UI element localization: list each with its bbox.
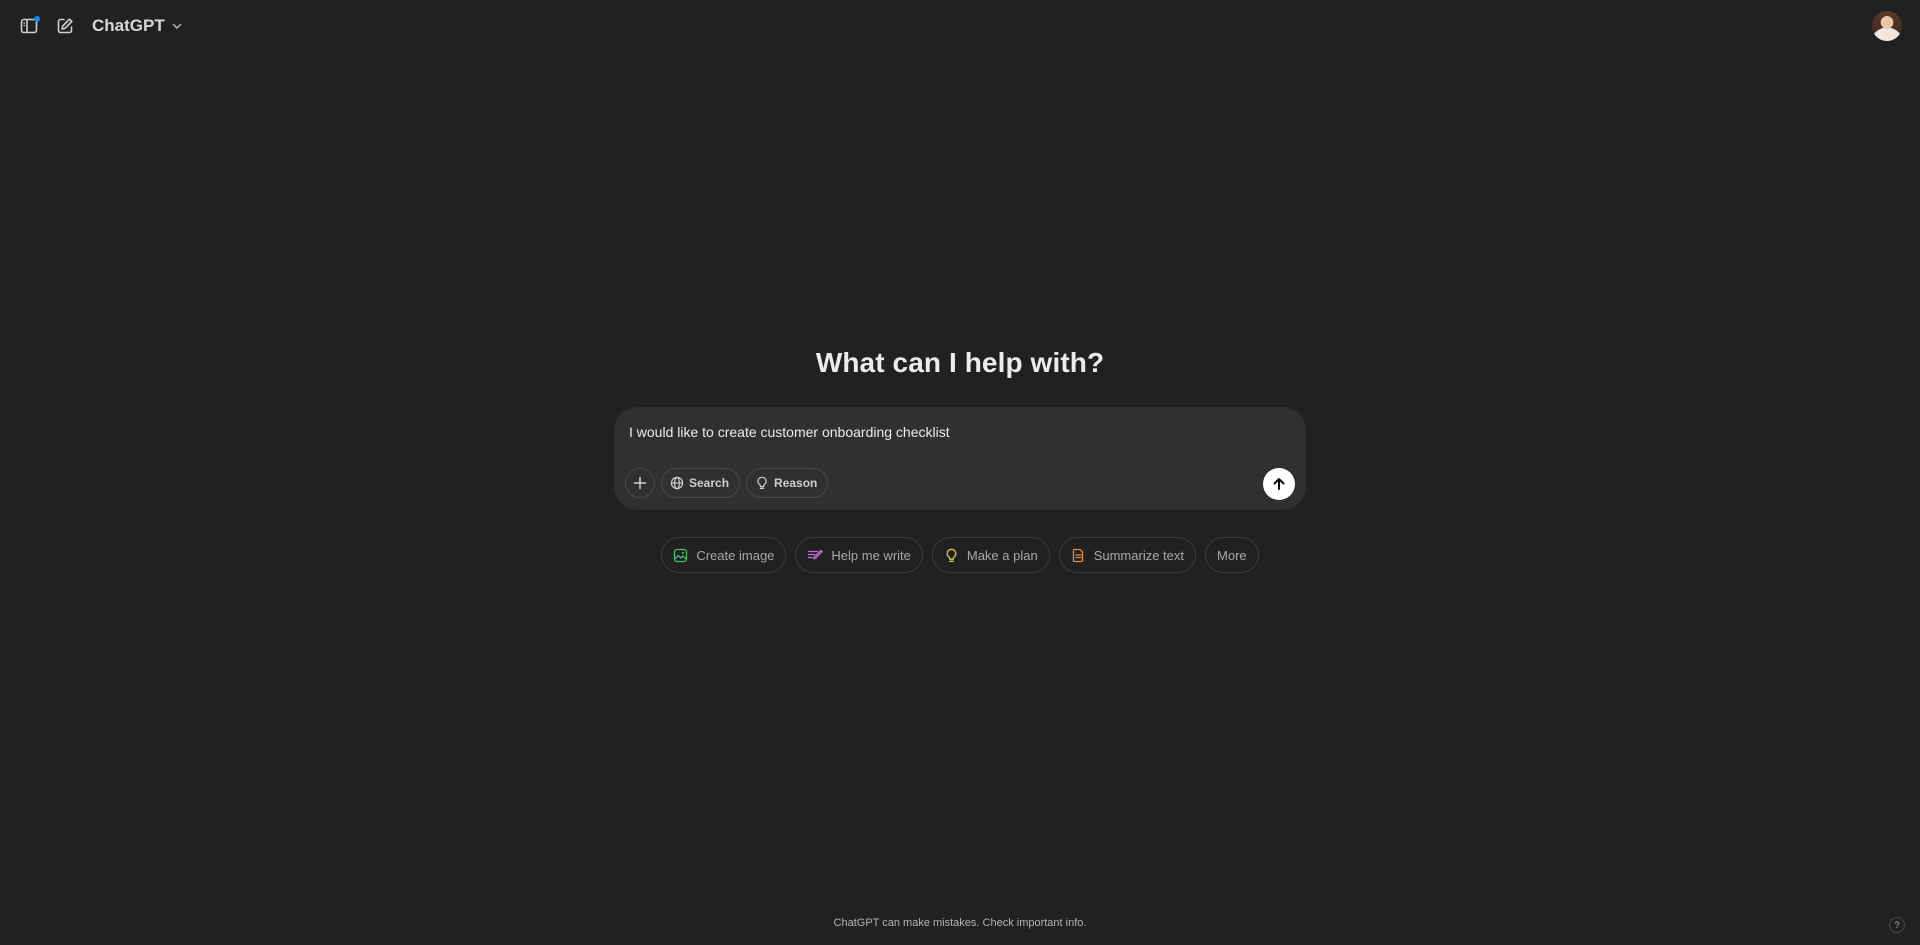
lightbulb-icon: [757, 476, 767, 489]
model-switcher[interactable]: ChatGPT: [86, 12, 189, 40]
sidebar-toggle-button[interactable]: [13, 12, 45, 40]
search-button[interactable]: Search: [661, 468, 741, 498]
arrow-up-icon: [1273, 478, 1285, 490]
top-bar: ChatGPT: [0, 0, 1920, 52]
help-button[interactable]: ?: [1889, 917, 1905, 933]
chevron-down-icon: [172, 23, 181, 29]
chatgpt-page: ChatGPT What can I help with? Search: [0, 0, 1920, 945]
pen-icon: [808, 549, 824, 559]
page-title: What can I help with?: [815, 347, 1105, 378]
search-label: Search: [689, 476, 730, 490]
prompt-input[interactable]: [629, 421, 1286, 443]
suggestion-label: Summarize text: [1093, 547, 1185, 563]
suggestion-summarize-text[interactable]: Summarize text: [1058, 537, 1197, 573]
avatar[interactable]: [1872, 11, 1902, 41]
reason-button[interactable]: Reason: [746, 468, 829, 498]
globe-icon: [670, 476, 684, 490]
suggestion-chips: Create image Help me write Make a plan S…: [0, 537, 1920, 573]
suggestion-label: Make a plan: [966, 547, 1038, 563]
suggestion-more[interactable]: More: [1205, 537, 1259, 573]
plus-icon: [633, 476, 647, 490]
suggestion-label: Create image: [696, 547, 775, 563]
lightbulb-icon: [946, 548, 957, 562]
disclaimer: ChatGPT can make mistakes. Check importa…: [833, 917, 1087, 929]
reason-label: Reason: [774, 476, 818, 490]
edit-icon: [57, 18, 73, 34]
new-chat-button[interactable]: [49, 12, 81, 40]
suggestion-help-me-write[interactable]: Help me write: [795, 537, 923, 573]
notification-dot: [34, 16, 40, 22]
composer-tools: Search Reason: [625, 468, 829, 498]
suggestion-label: More: [1217, 547, 1247, 563]
send-button[interactable]: [1263, 468, 1295, 500]
suggestion-make-a-plan[interactable]: Make a plan: [931, 537, 1050, 573]
composer: Search Reason: [614, 407, 1306, 510]
model-name: ChatGPT: [92, 16, 165, 35]
document-icon: [1072, 548, 1083, 562]
attach-button[interactable]: [625, 468, 655, 498]
image-icon: [674, 548, 688, 562]
suggestion-label: Help me write: [831, 547, 911, 563]
suggestion-create-image[interactable]: Create image: [661, 537, 787, 573]
